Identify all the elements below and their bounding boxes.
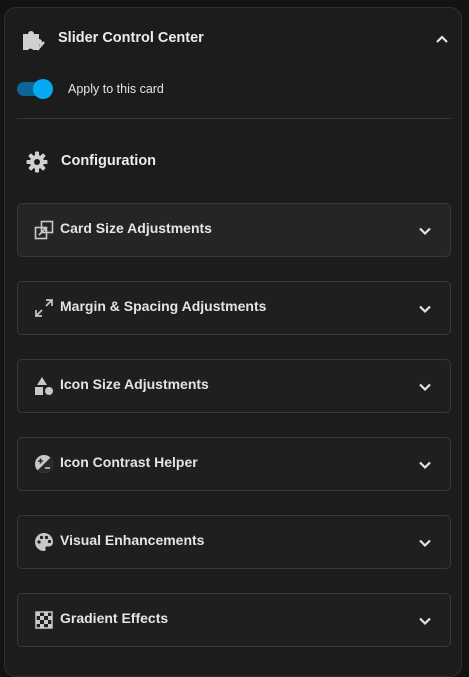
panel-title: Slider Control Center <box>58 30 204 46</box>
shapes-icon <box>34 376 54 396</box>
checkerboard-icon <box>34 610 54 630</box>
section-label: Gradient Effects <box>60 610 169 626</box>
contrast-icon <box>34 454 54 474</box>
configuration-label: Configuration <box>61 153 157 169</box>
section-gradient-effects[interactable]: Gradient Effects <box>17 593 451 647</box>
arrow-expand-icon <box>34 298 54 318</box>
apply-to-card-label: Apply to this card <box>68 82 164 96</box>
section-label: Icon Contrast Helper <box>60 454 198 470</box>
puzzle-check-icon <box>21 27 47 53</box>
apply-to-card-row: Apply to this card <box>17 78 317 100</box>
chevron-down-icon <box>416 378 434 396</box>
section-label: Icon Size Adjustments <box>60 376 209 392</box>
panel-header[interactable]: Slider Control Center <box>5 8 461 68</box>
section-label: Card Size Adjustments <box>60 220 212 236</box>
section-label: Visual Enhancements <box>60 532 205 548</box>
chevron-down-icon <box>416 300 434 318</box>
section-icon-size-adjustments[interactable]: Icon Size Adjustments <box>17 359 451 413</box>
configuration-heading: Configuration <box>25 150 325 174</box>
palette-icon <box>34 532 54 552</box>
section-margin-spacing-adjustments[interactable]: Margin & Spacing Adjustments <box>17 281 451 335</box>
chevron-down-icon <box>416 222 434 240</box>
divider <box>17 118 451 119</box>
slider-control-center-panel: Slider Control Center Apply to this card <box>4 7 462 677</box>
section-visual-enhancements[interactable]: Visual Enhancements <box>17 515 451 569</box>
chevron-up-icon[interactable] <box>433 30 451 48</box>
toggle-knob <box>33 79 53 99</box>
chevron-down-icon <box>416 612 434 630</box>
apply-to-card-toggle[interactable] <box>17 78 55 100</box>
section-icon-contrast-helper[interactable]: Icon Contrast Helper <box>17 437 451 491</box>
section-card-size-adjustments[interactable]: Card Size Adjustments <box>17 203 451 257</box>
chevron-down-icon <box>416 456 434 474</box>
section-label: Margin & Spacing Adjustments <box>60 298 267 314</box>
gear-icon <box>25 150 49 174</box>
resize-icon <box>34 220 54 240</box>
chevron-down-icon <box>416 534 434 552</box>
